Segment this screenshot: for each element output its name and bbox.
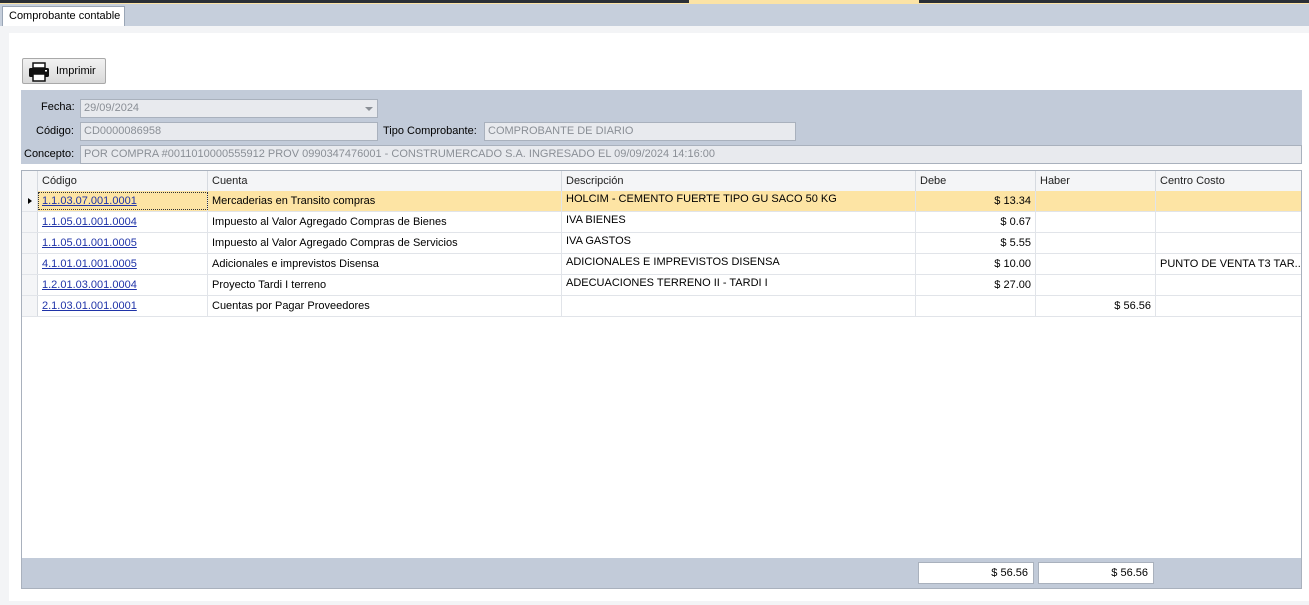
row-indicator [22, 233, 38, 253]
cell-codigo[interactable]: 1.1.05.01.001.0005 [38, 233, 208, 253]
current-row-arrow-icon [28, 198, 32, 204]
concepto-field[interactable]: POR COMPRA #0011010000555912 PROV 099034… [80, 145, 1302, 164]
total-haber: $ 56.56 [1038, 562, 1154, 584]
cell-haber[interactable] [1036, 254, 1156, 274]
cell-codigo[interactable]: 4.1.01.01.001.0005 [38, 254, 208, 274]
cell-cuenta[interactable]: Cuentas por Pagar Proveedores [208, 296, 562, 316]
print-button-label: Imprimir [56, 65, 96, 77]
row-indicator [22, 191, 38, 211]
accounting-entries-grid: Código Cuenta Descripción Debe Haber Cen… [21, 170, 1302, 589]
cell-cuenta[interactable]: Proyecto Tardi I terreno [208, 275, 562, 295]
cell-centro-costo[interactable] [1156, 275, 1301, 295]
tab-bar [0, 4, 1309, 26]
voucher-header: Fecha: 29/09/2024 Código: CD0000086958 T… [21, 90, 1302, 164]
table-row[interactable]: 1.2.01.03.001.0004 Proyecto Tardi I terr… [22, 275, 1301, 296]
cell-descripcion[interactable]: IVA BIENES [562, 212, 916, 232]
cell-centro-costo[interactable] [1156, 191, 1301, 211]
grid-totals-footer: $ 56.56 $ 56.56 [22, 558, 1301, 588]
table-row[interactable]: 2.1.03.01.001.0001 Cuentas por Pagar Pro… [22, 296, 1301, 317]
cell-haber[interactable] [1036, 275, 1156, 295]
column-header-centro-costo[interactable]: Centro Costo [1156, 171, 1301, 191]
cell-cuenta[interactable]: Mercaderias en Transito compras [208, 191, 562, 211]
column-header-cuenta[interactable]: Cuenta [208, 171, 562, 191]
cell-centro-costo[interactable]: PUNTO DE VENTA T3 TAR... [1156, 254, 1301, 274]
column-header-indicator [22, 171, 38, 191]
cell-focus-outline [38, 192, 208, 210]
fecha-value: 29/09/2024 [84, 102, 140, 114]
table-row[interactable]: 1.1.05.01.001.0004 Impuesto al Valor Agr… [22, 212, 1301, 233]
total-debe: $ 56.56 [918, 562, 1034, 584]
account-code-link[interactable]: 2.1.03.01.001.0001 [42, 300, 137, 312]
cell-centro-costo[interactable] [1156, 296, 1301, 316]
top-strip-dark-left [0, 0, 689, 3]
cell-centro-costo[interactable] [1156, 233, 1301, 253]
column-header-codigo[interactable]: Código [38, 171, 208, 191]
cell-descripcion[interactable] [562, 296, 916, 316]
tipo-comprobante-field[interactable]: COMPROBANTE DE DIARIO [484, 122, 796, 141]
row-indicator [22, 254, 38, 274]
account-code-link[interactable]: 4.1.01.01.001.0005 [42, 258, 137, 270]
table-row[interactable]: 1.1.05.01.001.0005 Impuesto al Valor Agr… [22, 233, 1301, 254]
account-code-link[interactable]: 1.2.01.03.001.0004 [42, 279, 137, 291]
cell-haber[interactable] [1036, 212, 1156, 232]
cell-cuenta[interactable]: Impuesto al Valor Agregado Compras de Se… [208, 233, 562, 253]
cell-codigo[interactable]: 2.1.03.01.001.0001 [38, 296, 208, 316]
chevron-down-icon[interactable] [365, 107, 373, 111]
cell-descripcion[interactable]: ADECUACIONES TERRENO II - TARDI I [562, 275, 916, 295]
tab-comprobante-contable[interactable]: Comprobante contable [2, 6, 125, 27]
cell-debe[interactable]: $ 13.34 [916, 191, 1036, 211]
column-header-descripcion[interactable]: Descripción [562, 171, 916, 191]
top-strip-dark-right [919, 0, 1309, 3]
printer-icon [29, 62, 49, 82]
cell-descripcion[interactable]: IVA GASTOS [562, 233, 916, 253]
codigo-field[interactable]: CD0000086958 [80, 122, 378, 141]
row-indicator [22, 275, 38, 295]
cell-codigo[interactable]: 1.2.01.03.001.0004 [38, 275, 208, 295]
cell-debe[interactable] [916, 296, 1036, 316]
row-indicator [22, 212, 38, 232]
tipo-comprobante-label: Tipo Comprobante: [383, 125, 477, 137]
concepto-label: Concepto: [24, 148, 75, 160]
grid-header: Código Cuenta Descripción Debe Haber Cen… [22, 171, 1301, 192]
cell-debe[interactable]: $ 0.67 [916, 212, 1036, 232]
print-button[interactable]: Imprimir [22, 58, 106, 84]
fecha-label: Fecha: [41, 101, 75, 113]
row-indicator [22, 296, 38, 316]
cell-debe[interactable]: $ 27.00 [916, 275, 1036, 295]
cell-descripcion[interactable]: ADICIONALES E IMPREVISTOS DISENSA [562, 254, 916, 274]
fecha-dropdown[interactable]: 29/09/2024 [80, 99, 378, 118]
cell-codigo[interactable]: 1.1.05.01.001.0004 [38, 212, 208, 232]
codigo-label: Código: [36, 125, 74, 137]
table-row[interactable]: 1.1.03.07.001.0001 Mercaderias en Transi… [22, 191, 1301, 212]
cell-centro-costo[interactable] [1156, 212, 1301, 232]
account-code-link[interactable]: 1.1.05.01.001.0005 [42, 237, 137, 249]
account-code-link[interactable]: 1.1.05.01.001.0004 [42, 216, 137, 228]
cell-haber[interactable] [1036, 233, 1156, 253]
cell-debe[interactable]: $ 10.00 [916, 254, 1036, 274]
cell-cuenta[interactable]: Adicionales e imprevistos Disensa [208, 254, 562, 274]
column-header-haber[interactable]: Haber [1036, 171, 1156, 191]
cell-descripcion[interactable]: HOLCIM - CEMENTO FUERTE TIPO GU SACO 50 … [562, 191, 916, 211]
table-row[interactable]: 4.1.01.01.001.0005 Adicionales e imprevi… [22, 254, 1301, 275]
cell-haber[interactable] [1036, 191, 1156, 211]
cell-cuenta[interactable]: Impuesto al Valor Agregado Compras de Bi… [208, 212, 562, 232]
column-header-debe[interactable]: Debe [916, 171, 1036, 191]
cell-haber[interactable]: $ 56.56 [1036, 296, 1156, 316]
cell-debe[interactable]: $ 5.55 [916, 233, 1036, 253]
